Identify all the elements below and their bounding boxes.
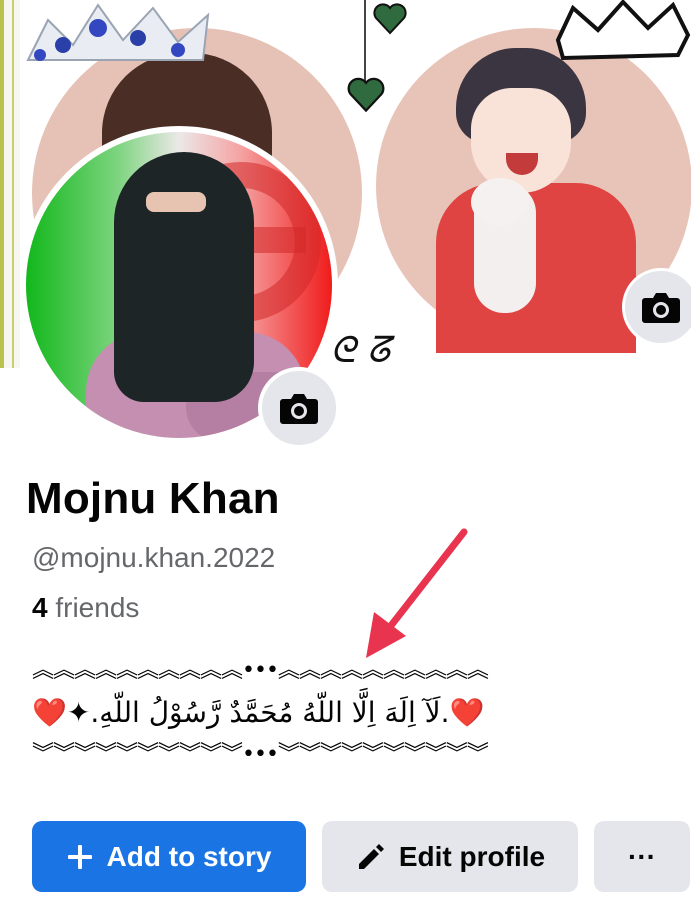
camera-icon	[280, 394, 318, 424]
bio-line-bottom: ︾︾︾︾︾︾︾︾︾︾•••︾︾︾︾︾︾︾︾︾︾	[32, 742, 489, 767]
edit-profile-picture-button[interactable]	[258, 367, 340, 449]
more-icon: ···	[628, 840, 656, 872]
profile-bio: ︽︽︽︽︽︽︽︽︽︽•••︽︽︽︽︽︽︽︽︽︽ ❤️.لَآ اِلَهَ اِ…	[32, 656, 632, 770]
cover-frame-decoration	[0, 0, 20, 368]
edit-profile-button[interactable]: Edit profile	[322, 821, 578, 892]
plus-icon	[67, 844, 92, 869]
friends-label: friends	[55, 592, 140, 623]
add-to-story-label: Add to story	[106, 840, 272, 872]
profile-name: Mojnu Khan	[26, 474, 280, 523]
cover-scribble-decoration: ᘓ ᘔ	[330, 330, 391, 368]
heart-decoration	[347, 77, 385, 113]
bio-line-kalima: ❤️.لَآ اِلَهَ اِلَّا اللّهُ مُحَمَّدٌ رَ…	[32, 696, 485, 729]
crown-decoration-right	[555, 0, 691, 61]
friends-link[interactable]: 4 friends	[32, 592, 139, 624]
crown-decoration	[26, 3, 210, 61]
heart-decoration	[373, 3, 407, 35]
profile-username: @mojnu.khan.2022	[32, 542, 276, 573]
add-to-story-button[interactable]: Add to story	[32, 821, 306, 892]
more-options-button[interactable]: ···	[594, 821, 690, 892]
pencil-icon	[358, 843, 384, 869]
edit-profile-label: Edit profile	[398, 840, 546, 872]
edit-cover-photo-button[interactable]	[622, 268, 691, 346]
bio-line-top: ︽︽︽︽︽︽︽︽︽︽•••︽︽︽︽︽︽︽︽︽︽	[32, 658, 489, 683]
friends-count: 4	[32, 592, 48, 623]
camera-icon	[642, 293, 680, 323]
annotation-arrow-icon	[366, 528, 468, 658]
